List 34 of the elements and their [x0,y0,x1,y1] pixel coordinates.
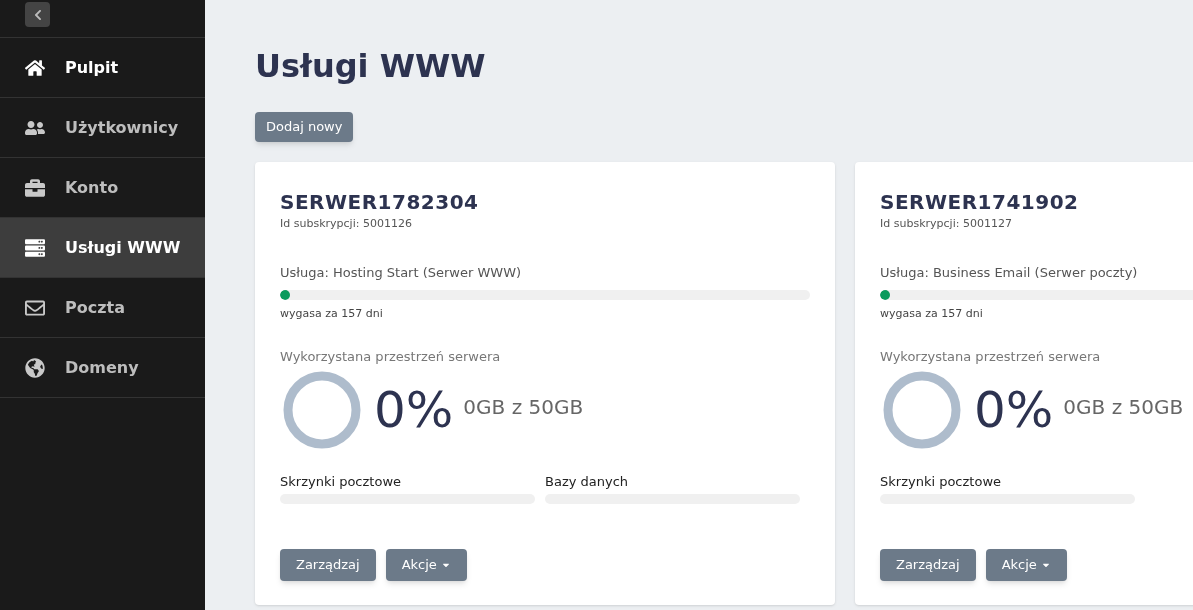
expiry-text: wygasa za 157 dni [280,306,384,322]
storage-label: Wykorzystana przestrzeń serwera [280,347,502,366]
storage-label: Wykorzystana przestrzeń serwera [880,347,1102,366]
subscription-id: Id subskrypcji: 5001127 [880,216,1013,232]
add-new-button[interactable]: Dodaj nowy [255,112,354,142]
globe-icon [25,357,45,378]
usage-amount: 0GB z 50GB [1063,394,1184,421]
page-title: Usługi WWW [255,46,487,87]
actions-button[interactable]: Akcje [985,548,1067,581]
home-icon [25,57,45,78]
briefcase-icon [25,177,45,198]
usage-percent: 0% [374,385,454,435]
server-name: SERWER1782304 [280,190,480,214]
actions-button[interactable]: Akcje [385,548,467,581]
chevron-left-icon [32,8,43,21]
server-name: SERWER1741902 [880,190,1080,214]
manage-button[interactable]: Zarządzaj [880,548,976,581]
sidebar-item[interactable]: Usługi WWW [0,218,205,278]
usage-amount: 0GB z 50GB [463,394,584,421]
usage-percent: 0% [974,385,1054,435]
manage-button[interactable]: Zarządzaj [280,548,376,581]
quota-label: Skrzynki pocztowe [880,473,1002,491]
server-icon [25,237,45,258]
sidebar-item[interactable]: Poczta [0,278,205,338]
service-label: Usługa: Business Email (Serwer poczty) [880,263,1139,282]
sidebar-item[interactable]: Pulpit [0,38,205,98]
collapse-button[interactable] [25,2,50,27]
expiry-text: wygasa za 157 dni [880,306,984,322]
sidebar-item[interactable]: Domeny [0,338,205,398]
service-label: Usługa: Hosting Start (Serwer WWW) [280,263,523,282]
subscription-id: Id subskrypcji: 5001126 [280,216,413,232]
quota-label: Skrzynki pocztowe [280,473,402,491]
sidebar-item[interactable]: Użytkownicy [0,98,205,158]
quota-label: Bazy danych [545,473,630,491]
